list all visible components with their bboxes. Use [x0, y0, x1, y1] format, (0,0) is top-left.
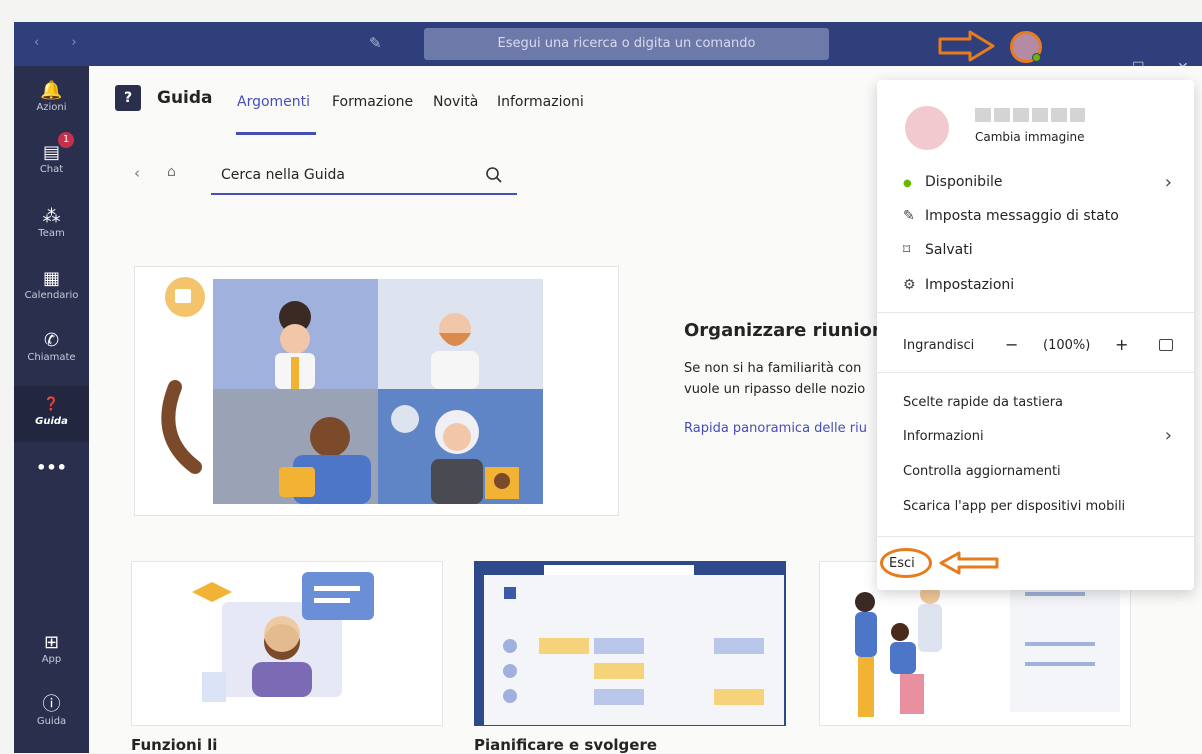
card-caption: Pianificare e svolgere	[474, 736, 658, 754]
user-name-redacted	[975, 108, 1085, 122]
profile-menu: Cambia immagine ● Disponibile › ✎ Imposta …	[877, 80, 1194, 590]
hero-link[interactable]: Rapida panoramica delle riu	[684, 421, 879, 436]
chevron-right-icon[interactable]: ›	[1165, 172, 1172, 193]
annotation-arrow-icon	[939, 551, 999, 575]
page-title: Guida	[157, 88, 213, 108]
home-icon[interactable]: ⌂	[167, 164, 176, 180]
zoom-out-button[interactable]: −	[1005, 335, 1018, 354]
tab-informazioni[interactable]: Informazioni	[497, 94, 584, 110]
chat-icon: ▤	[42, 142, 60, 163]
hero-illustration[interactable]	[134, 266, 619, 516]
rail-item-team[interactable]: ⁂ Team	[14, 200, 89, 256]
divider	[877, 536, 1194, 537]
more-apps-icon[interactable]: •••	[14, 458, 89, 482]
rail-item-label: Guida	[35, 416, 68, 427]
hero-description-line: Se non si ha familiarità con	[684, 361, 862, 376]
rail-item-label: App	[41, 654, 62, 665]
meeting-illustration	[161, 277, 543, 504]
status-label: Disponibile	[925, 174, 1003, 190]
card-illustration	[192, 572, 374, 702]
zoom-label: Ingrandisci	[903, 338, 975, 353]
profile-avatar-button[interactable]	[1010, 31, 1042, 63]
avatar[interactable]	[905, 106, 949, 150]
keyboard-shortcuts-item[interactable]: Scelte rapide da tastiera	[903, 395, 1063, 410]
command-search-box[interactable]: Esegui una ricerca o digita un comando	[424, 28, 829, 60]
status-available-item[interactable]: ● Disponibile	[903, 174, 1002, 190]
zoom-value: (100%)	[1043, 338, 1091, 353]
check-updates-item[interactable]: Controlla aggiornamenti	[903, 464, 1061, 479]
change-picture-link[interactable]: Cambia immagine	[975, 130, 1085, 144]
zoom-in-button[interactable]: +	[1115, 335, 1128, 354]
phone-icon: ✆	[43, 330, 60, 351]
set-status-message-item[interactable]: ✎ Imposta messaggio di stato	[903, 208, 1119, 224]
topic-card[interactable]	[474, 561, 786, 726]
rail-item-chat[interactable]: ▤ 1 Chat	[14, 132, 89, 192]
rail-item-label: Chat	[39, 164, 64, 175]
calendar-icon: ▦	[42, 268, 60, 289]
saved-label: Salvati	[925, 242, 973, 258]
rail-item-calendario[interactable]: ▦ Calendario	[14, 262, 89, 318]
rail-item-chiamate[interactable]: ✆ Chiamate	[14, 324, 89, 380]
back-forward-arrows[interactable]: ‹ ›	[34, 35, 91, 50]
rail-item-label: Team	[38, 228, 65, 239]
team-icon: ⁂	[42, 206, 61, 227]
help-circle-icon: ⓘ	[42, 694, 61, 715]
hero-title: Organizzare riunioni	[684, 320, 891, 341]
hero-description: Se non si ha familiarità con vuole un ri…	[684, 358, 884, 400]
annotation-arrow-icon	[938, 30, 995, 62]
set-status-label: Imposta messaggio di stato	[925, 208, 1119, 224]
app-rail: 🔔 Azioni ▤ 1 Chat ⁂ Team ▦ Calendario ✆ …	[14, 66, 89, 753]
search-placeholder: Cerca nella Guida	[221, 167, 345, 183]
rail-item-label: Azioni	[36, 102, 67, 113]
divider	[877, 372, 1194, 373]
status-dot-icon: ●	[903, 178, 912, 189]
tab-formazione[interactable]: Formazione	[332, 94, 413, 110]
help-search-input[interactable]: Cerca nella Guida	[211, 162, 517, 195]
rail-item-guida[interactable]: ❓ Guida	[14, 386, 89, 442]
tab-novita[interactable]: Novità	[433, 94, 478, 110]
help-app-icon: ?	[115, 85, 141, 111]
bookmark-icon: ⌑	[903, 242, 911, 258]
fullscreen-icon[interactable]	[1159, 339, 1173, 351]
hero-description-line: vuole un ripasso delle nozio	[684, 382, 866, 397]
presence-available-icon	[1032, 53, 1041, 62]
topic-card[interactable]	[131, 561, 443, 726]
rail-item-label: Chiamate	[27, 352, 76, 363]
rail-item-azioni[interactable]: 🔔 Azioni	[14, 74, 89, 130]
tab-argomenti[interactable]: Argomenti	[237, 94, 310, 110]
saved-item[interactable]: ⌑ Salvati	[903, 242, 973, 258]
rail-item-guida-bottom[interactable]: ⓘ Guida	[14, 694, 89, 744]
settings-label: Impostazioni	[925, 277, 1015, 293]
active-tab-indicator	[236, 132, 316, 135]
rail-item-app[interactable]: ⊞ App	[14, 632, 89, 682]
apps-icon: ⊞	[43, 632, 60, 653]
divider	[877, 312, 1194, 313]
card-caption: Funzioni li	[131, 736, 218, 754]
chevron-right-icon[interactable]: ›	[1165, 425, 1172, 446]
help-icon: ❓	[43, 397, 60, 412]
gear-icon: ⚙	[903, 277, 916, 293]
card-illustration	[484, 565, 784, 725]
rail-item-label: Calendario	[24, 290, 79, 301]
bell-icon: 🔔	[40, 80, 63, 101]
settings-item[interactable]: ⚙ Impostazioni	[903, 277, 1014, 293]
unread-badge: 1	[58, 132, 74, 148]
about-item[interactable]: Informazioni	[903, 429, 984, 444]
search-icon[interactable]	[485, 166, 503, 184]
annotation-circle	[880, 548, 932, 578]
mobile-app-item[interactable]: Scarica l'app per dispositivi mobili	[903, 499, 1125, 514]
rail-item-label: Guida	[36, 716, 67, 727]
edit-icon: ✎	[903, 208, 915, 224]
back-chevron-icon[interactable]: ‹	[134, 164, 140, 182]
compose-icon[interactable]: ✎	[369, 34, 382, 52]
